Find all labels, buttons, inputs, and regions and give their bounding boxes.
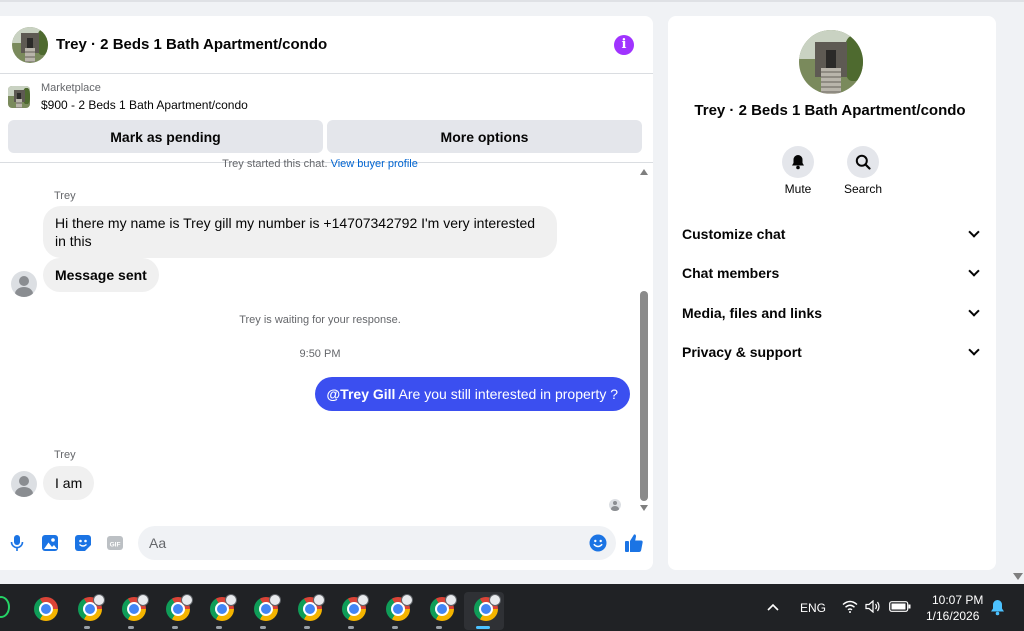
chrome-icon [34,597,58,621]
chrome-profile-taskbar-app[interactable] [332,592,372,630]
clock-time[interactable]: 10:07 PM [932,593,983,607]
profile-badge-icon [445,594,457,606]
emoji-icon[interactable] [589,534,607,552]
battery-icon[interactable] [889,601,911,612]
listing-avatar-large[interactable] [799,30,863,94]
photo-icon[interactable] [41,534,59,552]
clock-date[interactable]: 1/16/2026 [926,609,979,623]
chrome-profile-taskbar-app[interactable] [244,592,284,630]
message-list[interactable]: Trey started this chat. View buyer profi… [0,158,653,514]
chat-info-panel: Trey · 2 Beds 1 Bath Apartment/condo Mut… [668,16,996,570]
sender-name: Trey [54,449,76,461]
top-border [0,0,1024,2]
profile-badge-icon [489,594,501,606]
chrome-profile-taskbar-app[interactable] [420,592,460,630]
scroll-thumb[interactable] [640,291,648,501]
chrome-profile-taskbar-app-active[interactable] [464,592,504,630]
microphone-icon[interactable] [8,534,26,552]
message-scrollbar[interactable] [639,167,649,513]
composer: GIF [0,524,653,562]
profile-badge-icon [93,594,105,606]
chat-start-notice: Trey started this chat. View buyer profi… [222,158,418,170]
listing-title: $900 - 2 Beds 1 Bath Apartment/condo [41,98,248,112]
chrome-profile-taskbar-app[interactable] [288,592,328,630]
search-icon [855,154,871,170]
search-label: Search [843,182,883,196]
sender-name: Trey [54,190,76,202]
chrome-profile-taskbar-app[interactable] [200,592,240,630]
profile-badge-icon [137,594,149,606]
section-chat-members[interactable]: Chat members [682,265,982,281]
chat-title[interactable]: Trey · 2 Beds 1 Bath Apartment/condo [56,36,327,53]
thumbs-up-icon[interactable] [624,533,644,553]
language-indicator[interactable]: ENG [800,601,826,615]
profile-badge-icon [225,594,237,606]
chrome-profile-taskbar-app[interactable] [68,592,108,630]
chrome-profile-taskbar-app[interactable] [156,592,196,630]
chevron-down-icon [968,265,980,277]
listing-avatar[interactable] [12,26,48,63]
message-bubble[interactable]: Hi there my name is Trey gill my number … [43,206,557,258]
chevron-down-icon [968,305,980,317]
profile-badge-icon [313,594,325,606]
read-receipt-avatar [609,499,621,511]
chat-panel: Trey · 2 Beds 1 Bath Apartment/condo i M… [0,16,653,570]
chrome-taskbar-app[interactable] [24,592,64,630]
notification-bell-icon[interactable] [990,599,1005,616]
message-input[interactable] [138,526,616,560]
chat-header: Trey · 2 Beds 1 Bath Apartment/condo i [0,16,653,74]
listing-source: Marketplace [41,82,101,94]
gif-icon[interactable]: GIF [106,534,124,552]
info-icon[interactable]: i [614,35,634,55]
listing-banner[interactable]: Marketplace $900 - 2 Beds 1 Bath Apartme… [0,74,653,120]
user-mention[interactable]: @Trey Gill [327,386,396,402]
chevron-down-icon [968,344,980,356]
my-message-bubble[interactable]: @Trey Gill Are you still interested in p… [314,377,630,411]
mute-label: Mute [784,182,812,196]
listing-thumbnail [8,86,30,108]
more-options-button[interactable]: More options [327,120,642,153]
search-button[interactable] [847,146,879,178]
message-bubble[interactable]: Message sent [43,258,159,292]
profile-badge-icon [401,594,413,606]
section-privacy-support[interactable]: Privacy & support [682,344,982,360]
sender-avatar[interactable] [11,271,37,297]
chrome-profile-taskbar-app[interactable] [376,592,416,630]
section-media-files-links[interactable]: Media, files and links [682,305,982,321]
bell-icon [792,155,804,170]
mute-button[interactable] [782,146,814,178]
message-bubble[interactable]: I am [43,466,95,500]
volume-icon[interactable] [865,600,881,613]
profile-badge-icon [269,594,281,606]
sender-avatar[interactable] [11,471,37,497]
whatsapp-icon[interactable] [0,596,10,618]
sticker-icon[interactable] [74,534,92,552]
section-customize-chat[interactable]: Customize chat [682,226,982,242]
message-timestamp: 9:50 PM [299,348,341,360]
profile-badge-icon [181,594,193,606]
waiting-notice: Trey is waiting for your response. [239,314,401,326]
info-title: Trey · 2 Beds 1 Bath Apartment/condo [694,102,966,119]
wifi-icon[interactable] [842,600,858,613]
chevron-up-icon[interactable] [767,603,779,611]
taskbar: ENG 10:07 PM 1/16/2026 [0,584,1024,631]
svg-text:GIF: GIF [110,542,121,549]
listing-actions: Mark as pending More options [0,120,653,153]
mark-pending-button[interactable]: Mark as pending [8,120,323,153]
view-buyer-profile-link[interactable]: View buyer profile [331,158,418,170]
profile-badge-icon [357,594,369,606]
scroll-up-arrow[interactable] [640,169,648,175]
scroll-down-arrow[interactable] [640,505,648,511]
page-scroll-down-arrow[interactable] [1013,573,1023,580]
chrome-profile-taskbar-app[interactable] [112,592,152,630]
chevron-down-icon [968,226,980,238]
